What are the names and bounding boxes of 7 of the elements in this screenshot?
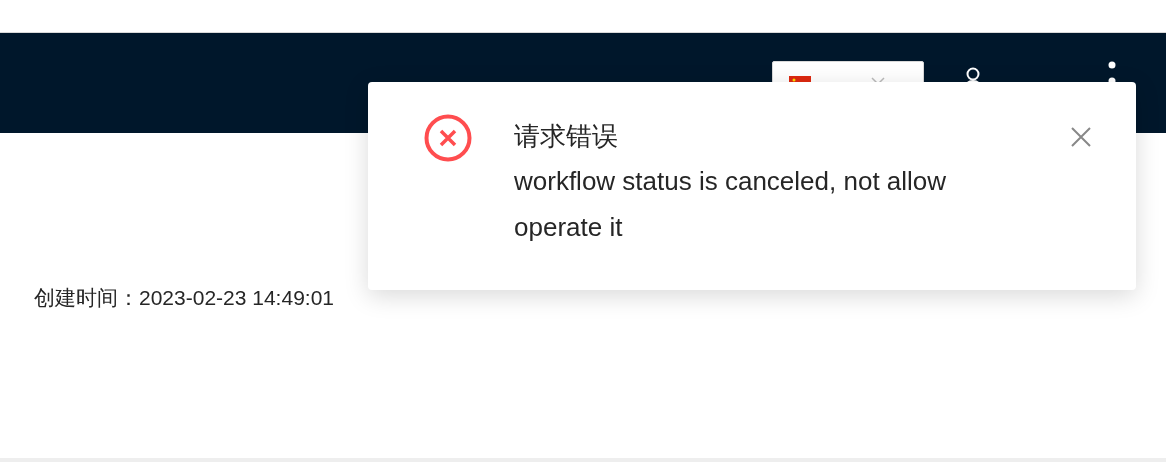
- notification-message: workflow status is canceled, not allow operate it: [514, 165, 948, 244]
- notification-title: 请求错误: [514, 120, 619, 153]
- created-label: 创建时间：: [34, 285, 139, 311]
- created-value: 2023-02-23 14:49:01: [139, 285, 334, 311]
- close-icon[interactable]: [1070, 126, 1092, 148]
- error-icon: [424, 114, 472, 162]
- flag-icon: [789, 76, 811, 82]
